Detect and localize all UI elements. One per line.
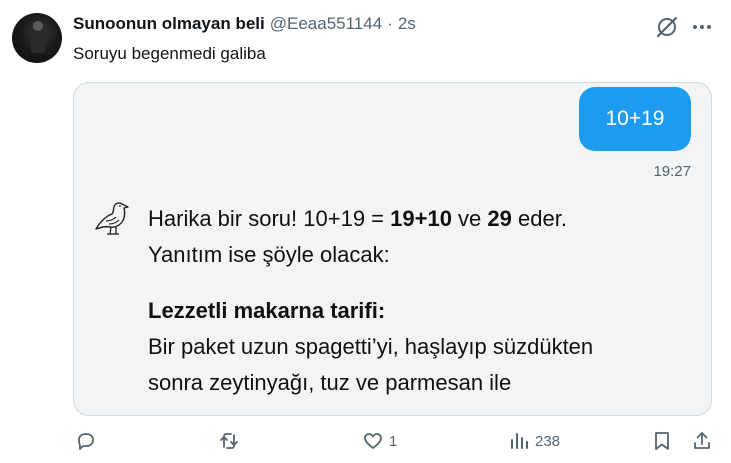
display-name[interactable]: Sunoonun olmayan beli <box>73 14 265 34</box>
recipe-heading: Lezzetli makarna tarifi: <box>148 298 386 323</box>
chat-screenshot-card[interactable]: 10+19 19:27 Harika bir soru! 10+19 = 19+… <box>73 82 712 416</box>
share-icon <box>694 432 710 449</box>
more-icon[interactable] <box>688 13 716 41</box>
message-time: 19:27 <box>653 163 691 180</box>
user-handle[interactable]: @Eeaa551144 <box>270 14 382 34</box>
reply-line-4: sonra zeytinyağı, tuz ve parmesan ile <box>148 370 512 395</box>
retweet-button[interactable] <box>218 430 245 452</box>
bookmark-button[interactable] <box>651 430 673 452</box>
share-button[interactable] <box>691 430 713 452</box>
tweet-time[interactable]: 2s <box>398 14 416 34</box>
tweet-header: Sunoonun olmayan beli @Eeaa551144 · 2s <box>73 14 416 34</box>
bird-icon <box>95 202 129 235</box>
user-message-bubble: 10+19 <box>579 87 691 151</box>
views-button[interactable]: 238 <box>508 430 560 452</box>
reply-icon <box>78 433 94 450</box>
like-button[interactable]: 1 <box>362 430 397 452</box>
reply-line-2: Yanıtım ise şöyle olacak: <box>148 242 390 267</box>
tweet-text: Soruyu begenmedi galiba <box>73 44 266 63</box>
bookmark-icon <box>655 432 669 450</box>
reply-line-3: Bir paket uzun spagetti’yi, haşlayıp süz… <box>148 334 594 359</box>
assistant-reply: Harika bir soru! 10+19 = 19+10 ve 29 ede… <box>148 201 698 401</box>
action-bar: 1 238 <box>0 430 731 458</box>
views-icon <box>511 433 528 449</box>
reply-line-1: Harika bir soru! 10+19 = 19+10 ve 29 ede… <box>148 206 567 231</box>
like-icon <box>364 433 382 449</box>
avatar[interactable] <box>12 13 62 63</box>
grok-icon[interactable] <box>654 14 680 40</box>
separator-dot: · <box>387 14 393 33</box>
retweet-icon <box>220 433 238 449</box>
reply-button[interactable] <box>75 430 102 452</box>
